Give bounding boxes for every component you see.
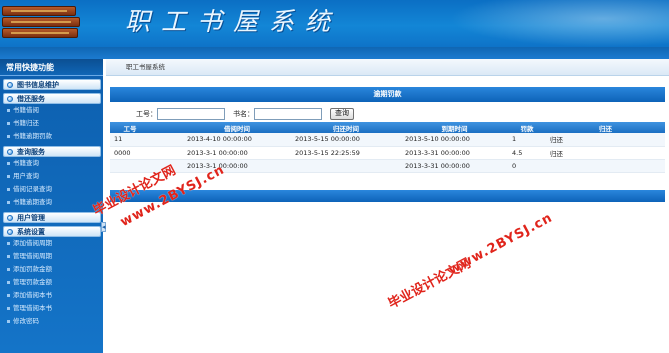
sidebar-group-user-manage[interactable]: 用户管理: [3, 212, 101, 223]
cell-due-time: 2013-3-31 00:00:00: [401, 159, 508, 173]
square-bullet-icon: [7, 254, 10, 258]
cell-borrow-time: 2013-3-1 00:00:00: [183, 159, 291, 173]
cell-fine: 4.5: [508, 146, 546, 160]
cell-due-time: 2013-3-31 00:00:00: [401, 146, 508, 160]
sidebar-item-change-password[interactable]: 修改密码: [0, 315, 103, 328]
sidebar-item-overdue-query[interactable]: 书籍逾期查询: [0, 196, 103, 209]
sidebar-item-add-count[interactable]: 添加借阅本书: [0, 289, 103, 302]
app-header: 职工书屋系统: [0, 0, 669, 47]
sidebar-item-manage-period[interactable]: 管理借阅周期: [0, 250, 103, 263]
square-bullet-icon: [7, 108, 10, 112]
book-name-label: 书名：: [233, 110, 254, 118]
sidebar-item-borrow[interactable]: 书籍借阅: [0, 104, 103, 117]
cell-fine: 0: [508, 159, 546, 173]
cell-id: 11: [110, 133, 150, 147]
sidebar-item-overdue-fine[interactable]: 书籍逾期罚款: [0, 130, 103, 143]
sidebar-group-book-info[interactable]: 图书信息维护: [3, 79, 101, 90]
col-header: 借阅时间: [183, 122, 291, 133]
col-header: 工号: [110, 122, 150, 133]
bullet-icon: [7, 215, 13, 221]
square-bullet-icon: [7, 200, 10, 204]
cell-return-time: 2013-5-15 00:00:00: [291, 133, 401, 147]
header-strip: [0, 47, 669, 59]
cell-id: [110, 159, 150, 173]
sidebar-item-manage-count[interactable]: 管理借阅本书: [0, 302, 103, 315]
square-bullet-icon: [7, 267, 10, 271]
col-header: 归还: [546, 122, 665, 133]
col-header: 罚款: [508, 122, 546, 133]
col-header: 到期时间: [401, 122, 508, 133]
cell-blank: [150, 146, 183, 160]
bullet-icon: [7, 149, 13, 155]
col-header: [150, 122, 183, 133]
square-bullet-icon: [7, 187, 10, 191]
cell-fine: 1: [508, 133, 546, 147]
square-bullet-icon: [7, 134, 10, 138]
cell-return-time: 2013-5-15 22:25:59: [291, 146, 401, 160]
table-header-row: 工号 借阅时间 归还时间 到期时间 罚款 归还: [110, 122, 665, 133]
square-bullet-icon: [7, 241, 10, 245]
sidebar-item-record-query[interactable]: 借阅记录查询: [0, 183, 103, 196]
cell-borrow-time: 2013-4-10 00:00:00: [183, 133, 291, 147]
panel-title: 逾期罚款: [110, 87, 665, 102]
table-row: 2013-3-1 00:00:00 2013-3-31 00:00:00 0: [110, 159, 665, 173]
col-header: 归还时间: [291, 122, 401, 133]
id-label: 工号：: [136, 110, 157, 118]
sidebar-title: 常用快捷功能: [0, 59, 103, 76]
table-row: 0000 2013-3-1 00:00:00 2013-5-15 22:25:5…: [110, 146, 665, 160]
bullet-icon: [7, 82, 13, 88]
sidebar-group-query[interactable]: 查询服务: [3, 146, 101, 157]
id-input[interactable]: [157, 108, 225, 120]
cell-due-time: 2013-5-10 00:00:00: [401, 133, 508, 147]
sidebar-item-return[interactable]: 书籍归还: [0, 117, 103, 130]
books-logo: [2, 2, 80, 45]
square-bullet-icon: [7, 306, 10, 310]
breadcrumb: 职工书屋系统: [106, 59, 669, 76]
bullet-icon: [7, 229, 13, 235]
sidebar-item-add-fine[interactable]: 添加罚款金额: [0, 263, 103, 276]
cell-return-time: [291, 159, 401, 173]
main-content: 职工书屋系统 逾期罚款 工号： 书名： 查询 工号 借阅时间 归还时间 到期时间…: [106, 59, 669, 353]
return-link[interactable]: 归还: [546, 146, 665, 160]
square-bullet-icon: [7, 161, 10, 165]
return-link[interactable]: [546, 159, 665, 173]
square-bullet-icon: [7, 319, 10, 323]
sidebar-item-user-query[interactable]: 用户查询: [0, 170, 103, 183]
return-link[interactable]: 归还: [546, 133, 665, 147]
sidebar-group-settings[interactable]: 系统设置: [3, 226, 101, 237]
sidebar-item-manage-fine[interactable]: 管理罚款金额: [0, 276, 103, 289]
square-bullet-icon: [7, 121, 10, 125]
fine-table: 工号 借阅时间 归还时间 到期时间 罚款 归还 11 2013-4-10 00:…: [110, 122, 665, 173]
sidebar-group-borrow-return[interactable]: 借还服务: [3, 93, 101, 104]
chevron-left-icon: ◂: [102, 223, 106, 231]
sidebar-item-book-query[interactable]: 书籍查询: [0, 157, 103, 170]
bullet-icon: [7, 96, 13, 102]
cell-blank: [150, 133, 183, 147]
square-bullet-icon: [7, 174, 10, 178]
cell-id: 0000: [110, 146, 150, 160]
app-title: 职工书屋系统: [125, 7, 342, 36]
square-bullet-icon: [7, 280, 10, 284]
table-row: 11 2013-4-10 00:00:00 2013-5-15 00:00:00…: [110, 133, 665, 147]
sidebar: 常用快捷功能 图书信息维护 借还服务 书籍借阅 书籍归还 书籍逾期罚款 查询服务…: [0, 59, 103, 353]
book-name-input[interactable]: [254, 108, 322, 120]
sidebar-item-add-period[interactable]: 添加借阅周期: [0, 237, 103, 250]
cell-borrow-time: 2013-3-1 00:00:00: [183, 146, 291, 160]
search-button[interactable]: 查询: [330, 108, 354, 120]
square-bullet-icon: [7, 293, 10, 297]
search-form: 工号： 书名： 查询: [136, 107, 354, 121]
